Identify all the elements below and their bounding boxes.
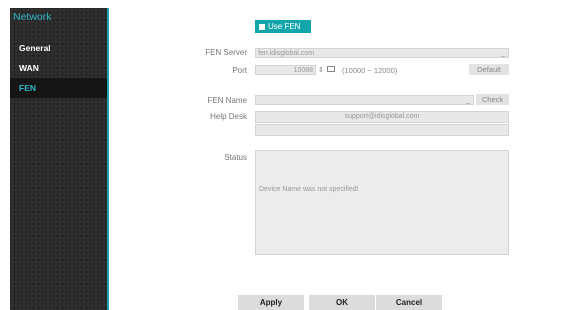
- checkbox-checked-icon: [259, 23, 265, 30]
- ok-button[interactable]: OK: [309, 295, 375, 310]
- use-fen-label: Use FEN: [268, 22, 301, 31]
- check-button[interactable]: Check: [476, 94, 509, 105]
- port-label: Port: [232, 66, 247, 75]
- chevron-down-icon[interactable]: _: [466, 96, 470, 105]
- apply-button[interactable]: Apply: [238, 295, 304, 310]
- fen-name-label: FEN Name: [207, 96, 247, 105]
- sidebar-item-fen[interactable]: FEN: [10, 78, 107, 98]
- chevron-down-icon[interactable]: _: [501, 49, 505, 58]
- help-desk-field: support@idisglobal.com: [255, 111, 509, 123]
- status-label: Status: [224, 153, 247, 162]
- port-input[interactable]: 10088: [255, 65, 316, 75]
- status-message: Device Name was not specified!: [259, 186, 359, 193]
- sidebar: Network General WAN FEN: [10, 8, 107, 310]
- up-down-arrows-icon[interactable]: ⇕: [318, 65, 324, 76]
- cancel-button[interactable]: Cancel: [376, 295, 442, 310]
- default-button[interactable]: Default: [469, 64, 509, 75]
- help-desk-label: Help Desk: [210, 112, 247, 121]
- fen-server-value: fen.idisglobal.com: [258, 50, 315, 57]
- sidebar-accent-line: [107, 8, 109, 310]
- sidebar-title: Network: [13, 11, 52, 23]
- sidebar-item-general[interactable]: General: [10, 38, 107, 58]
- sidebar-item-wan[interactable]: WAN: [10, 58, 107, 78]
- fen-name-field[interactable]: _: [255, 95, 474, 105]
- use-fen-checkbox[interactable]: Use FEN: [255, 20, 311, 33]
- keyboard-icon[interactable]: [327, 66, 335, 72]
- help-desk-field-secondary: [255, 124, 509, 136]
- port-value: 10088: [293, 67, 313, 74]
- port-range-hint: (10000 ~ 12000): [342, 66, 398, 75]
- fen-server-field[interactable]: fen.idisglobal.com _: [255, 48, 509, 58]
- status-box: Device Name was not specified!: [255, 150, 509, 255]
- fen-server-label: FEN Server: [205, 48, 247, 57]
